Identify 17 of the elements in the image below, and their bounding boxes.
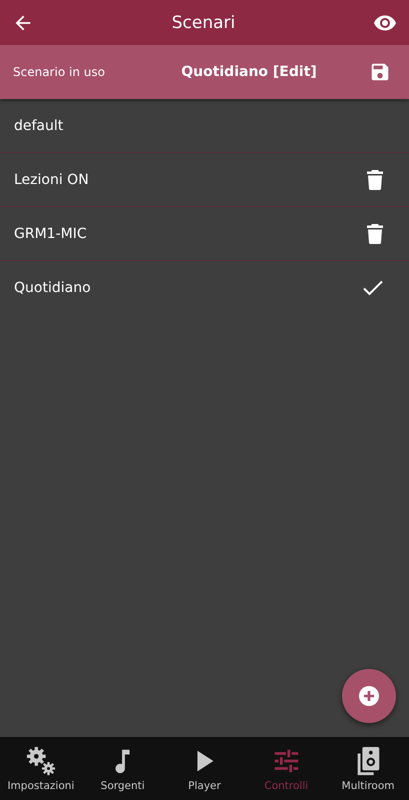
add-button[interactable]	[342, 669, 396, 723]
gears-icon	[26, 746, 56, 776]
nav-tab[interactable]: Multiroom	[327, 737, 409, 800]
trash-icon[interactable]	[367, 170, 383, 190]
scenario-item[interactable]: GRM1-MIC	[0, 207, 409, 261]
current-scenario-name: Quotidiano [Edit]	[180, 64, 318, 80]
plus-icon	[358, 685, 380, 707]
screen-title: Scenari	[172, 12, 236, 32]
nav-tab[interactable]: Player	[164, 737, 246, 800]
check-icon	[363, 280, 383, 296]
scenario-item[interactable]: default	[0, 99, 409, 153]
trash-icon[interactable]	[367, 224, 383, 244]
scenario-item[interactable]: Lezioni ON	[0, 153, 409, 207]
nav-tab[interactable]: Impostazioni	[0, 737, 82, 800]
nav-tab[interactable]: Sorgenti	[82, 737, 164, 800]
scenario-item[interactable]: Quotidiano	[0, 261, 409, 314]
current-scenario-label: Scenario in uso	[13, 65, 106, 79]
